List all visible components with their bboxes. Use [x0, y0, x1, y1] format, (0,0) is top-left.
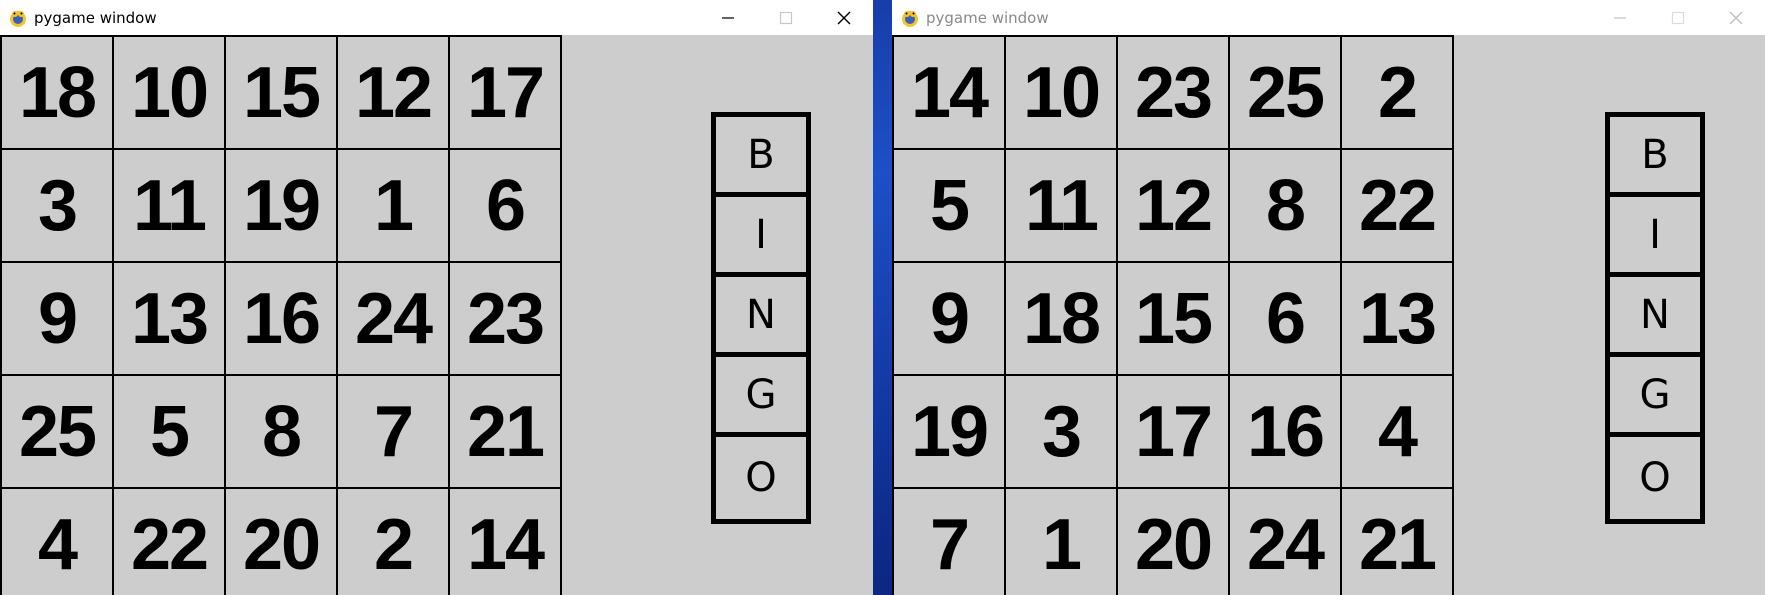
board-cell[interactable]: 1	[338, 150, 450, 263]
board-cell[interactable]: 21	[1342, 489, 1454, 595]
board-cell[interactable]: 15	[226, 37, 338, 150]
board-cell[interactable]: 4	[2, 489, 114, 595]
pygame-window-left[interactable]: pygame window 18 10 15 12 17 3 11 19 1 6…	[0, 0, 873, 595]
board-cell[interactable]: 2	[338, 489, 450, 595]
board-cell[interactable]: 21	[450, 376, 562, 489]
board-cell[interactable]: 14	[450, 489, 562, 595]
minimize-button[interactable]	[1591, 0, 1649, 35]
board-cell[interactable]: 11	[114, 150, 226, 263]
close-icon	[1729, 11, 1743, 24]
bingo-letter-i: I	[716, 197, 806, 277]
bingo-letter-o: O	[1639, 455, 1671, 501]
board-cell[interactable]: 18	[2, 37, 114, 150]
maximize-button[interactable]	[1649, 0, 1707, 35]
board-cell[interactable]: 13	[114, 263, 226, 376]
board-cell[interactable]: 24	[1230, 489, 1342, 595]
window-title: pygame window	[34, 8, 157, 27]
maximize-icon	[1671, 11, 1685, 24]
board-cell[interactable]: 7	[894, 489, 1006, 595]
pygame-window-right[interactable]: pygame window 14 10 23 25 2 5 11 12 8 22…	[892, 0, 1765, 595]
board-cell[interactable]: 23	[450, 263, 562, 376]
board-cell[interactable]: 3	[2, 150, 114, 263]
board-cell[interactable]: 12	[1118, 150, 1230, 263]
pygame-snake-icon	[900, 8, 920, 28]
bingo-letter-b: B	[716, 117, 806, 197]
board-cell[interactable]: 10	[1006, 37, 1118, 150]
minimize-icon	[1614, 16, 1626, 19]
board-cell[interactable]: 25	[1230, 37, 1342, 150]
bingo-letter-i: I	[1610, 197, 1700, 277]
desktop: pygame window 18 10 15 12 17 3 11 19 1 6…	[0, 0, 1765, 595]
board-cell[interactable]: 12	[338, 37, 450, 150]
board-cell[interactable]: 17	[450, 37, 562, 150]
board-cell[interactable]: 22	[114, 489, 226, 595]
board-cell[interactable]: 11	[1006, 150, 1118, 263]
board-cell[interactable]: 20	[1118, 489, 1230, 595]
board-cell[interactable]: 2	[1342, 37, 1454, 150]
board-cell[interactable]: 1	[1006, 489, 1118, 595]
bingo-letter-n: N	[716, 277, 806, 357]
bingo-header: B I N G O	[711, 112, 811, 524]
bingo-letter-g: G	[1610, 357, 1700, 437]
board-cell[interactable]: 6	[450, 150, 562, 263]
board-cell[interactable]: 5	[894, 150, 1006, 263]
board-cell[interactable]: 22	[1342, 150, 1454, 263]
board-cell[interactable]: 7	[338, 376, 450, 489]
board-cell[interactable]: 3	[1006, 376, 1118, 489]
board-cell[interactable]: 10	[114, 37, 226, 150]
board-cell[interactable]: 16	[1230, 376, 1342, 489]
title-bar[interactable]: pygame window	[0, 0, 873, 35]
bingo-letter-o: O	[745, 455, 777, 501]
board-cell[interactable]: 4	[1342, 376, 1454, 489]
board-cell[interactable]: 23	[1118, 37, 1230, 150]
board-cell[interactable]: 9	[2, 263, 114, 376]
board-cell[interactable]: 8	[226, 376, 338, 489]
close-button[interactable]	[815, 0, 873, 35]
bingo-board: 18 10 15 12 17 3 11 19 1 6 9 13 16 24 23…	[0, 35, 562, 595]
board-cell[interactable]: 14	[894, 37, 1006, 150]
bingo-letter-b: B	[1610, 117, 1700, 197]
window-title: pygame window	[926, 8, 1049, 27]
board-cell[interactable]: 6	[1230, 263, 1342, 376]
board-cell[interactable]: 19	[894, 376, 1006, 489]
board-cell[interactable]: 9	[894, 263, 1006, 376]
bingo-letter-n: N	[1610, 277, 1700, 357]
bingo-board: 14 10 23 25 2 5 11 12 8 22 9 18 15 6 13 …	[892, 35, 1454, 595]
close-icon	[837, 11, 851, 24]
bingo-header: B I N G O	[1605, 112, 1705, 524]
board-cell[interactable]: 15	[1118, 263, 1230, 376]
maximize-icon	[779, 11, 793, 24]
board-cell[interactable]: 16	[226, 263, 338, 376]
close-button[interactable]	[1707, 0, 1765, 35]
bingo-letter-g: G	[716, 357, 806, 437]
board-cell[interactable]: 8	[1230, 150, 1342, 263]
board-cell[interactable]: 24	[338, 263, 450, 376]
board-cell[interactable]: 5	[114, 376, 226, 489]
maximize-button[interactable]	[757, 0, 815, 35]
board-cell[interactable]: 25	[2, 376, 114, 489]
board-cell[interactable]: 17	[1118, 376, 1230, 489]
pygame-snake-icon	[8, 8, 28, 28]
board-cell[interactable]: 13	[1342, 263, 1454, 376]
minimize-button[interactable]	[699, 0, 757, 35]
board-cell[interactable]: 20	[226, 489, 338, 595]
title-bar[interactable]: pygame window	[892, 0, 1765, 35]
board-cell[interactable]: 18	[1006, 263, 1118, 376]
minimize-icon	[722, 16, 734, 19]
board-cell[interactable]: 19	[226, 150, 338, 263]
